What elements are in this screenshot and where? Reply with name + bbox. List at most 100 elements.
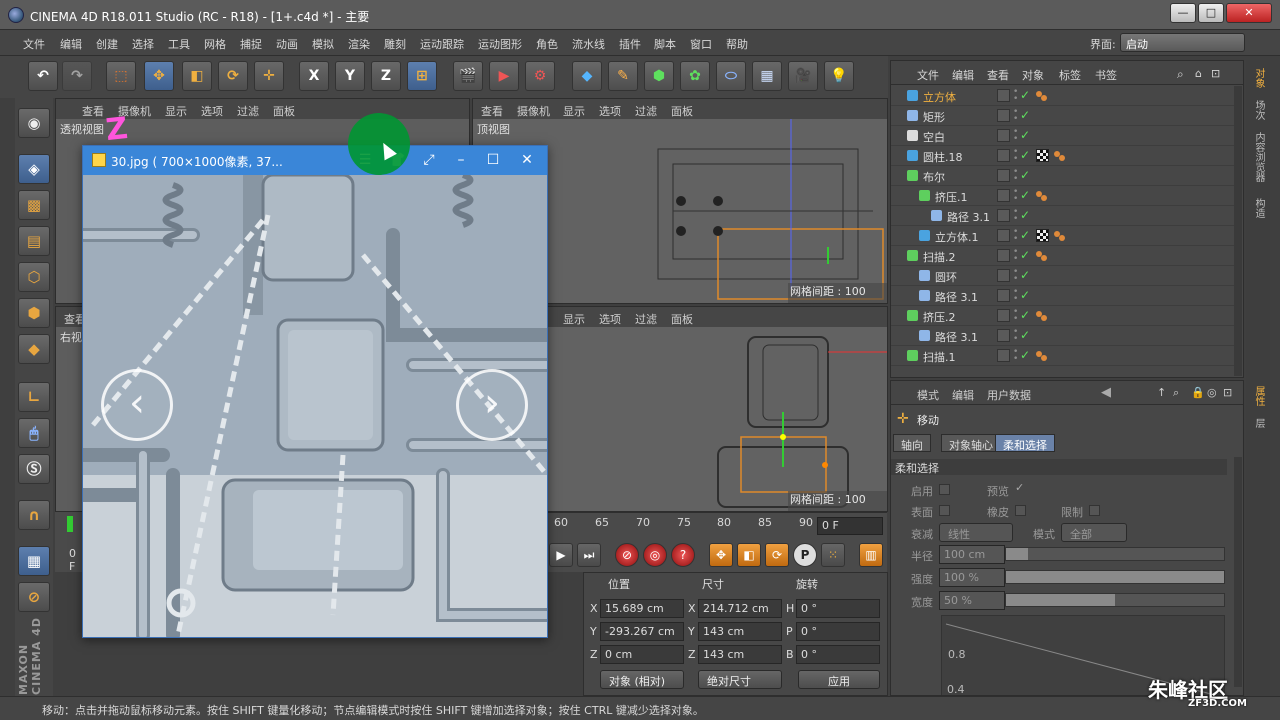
preview-check-icon[interactable]: ✓ [1015, 481, 1024, 494]
enabled-check-icon[interactable]: ✓ [1020, 308, 1030, 322]
deformer-icon[interactable]: ⬭ [716, 61, 746, 91]
layer-cell[interactable] [997, 89, 1010, 102]
layer-cell[interactable] [997, 249, 1010, 262]
next-image-button[interactable]: › [456, 369, 528, 441]
coordinate-system-icon[interactable]: ⊞ [407, 61, 437, 91]
menu-file[interactable]: 文件 [23, 36, 45, 52]
visibility-dots-icon[interactable]: • • [1013, 328, 1018, 344]
visibility-dots-icon[interactable]: • • [1013, 248, 1018, 264]
surface-checkbox[interactable] [939, 505, 950, 516]
tab-takes[interactable]: 场次 [1250, 100, 1266, 120]
visibility-dots-icon[interactable]: • • [1013, 108, 1018, 124]
om-menu-edit[interactable]: 编辑 [952, 67, 974, 83]
texture-mode-icon[interactable]: ▩ [18, 190, 50, 220]
make-editable-icon[interactable]: ◉ [18, 108, 50, 138]
enabled-check-icon[interactable]: ✓ [1020, 128, 1030, 142]
pos-y-field[interactable]: -293.267 cm [600, 622, 684, 641]
vp-menu-view[interactable]: 查看 [82, 103, 104, 119]
om-scrollbar[interactable] [1234, 86, 1242, 376]
size-x-field[interactable]: 214.712 cm [698, 599, 782, 618]
min-frame-field[interactable]: 0 F [69, 547, 82, 573]
phong-tag-icon[interactable] [1036, 91, 1050, 101]
image-viewer-window[interactable]: 30.jpg ( 700×1000像素, 37... ☰ 👕 ⤢ – ☐ ✕ [82, 145, 548, 638]
menu-animate[interactable]: 动画 [276, 36, 298, 52]
go-to-end-icon[interactable]: ⏭ [577, 543, 601, 567]
tab-content-browser[interactable]: 内容浏览器 [1250, 132, 1266, 182]
menu-edit[interactable]: 编辑 [60, 36, 82, 52]
model-mode-icon[interactable]: ◈ [18, 154, 50, 184]
om-menu-objects[interactable]: 对象 [1022, 67, 1044, 83]
am-menu-mode[interactable]: 模式 [917, 387, 939, 403]
menu-select[interactable]: 选择 [132, 36, 154, 52]
enabled-check-icon[interactable]: ✓ [1020, 188, 1030, 202]
object-row[interactable]: 圆环 • • ✓ [891, 266, 1234, 286]
am-menu-user-data[interactable]: 用户数据 [987, 387, 1031, 403]
om-menu-bookmarks[interactable]: 书签 [1095, 67, 1117, 83]
phong-tag-icon[interactable] [1054, 151, 1068, 161]
apply-button[interactable]: 应用 [798, 670, 880, 689]
object-name[interactable]: 空白 [923, 129, 945, 145]
tab-attributes[interactable]: 属性 [1250, 386, 1266, 406]
menu-plugins[interactable]: 插件 [619, 36, 641, 52]
move-tool-icon[interactable]: ✥ [144, 61, 174, 91]
enabled-check-icon[interactable]: ✓ [1020, 328, 1030, 342]
enable-axis-icon[interactable]: ∟ [18, 382, 50, 412]
solo-mode-icon[interactable]: Ⓢ [18, 454, 50, 484]
am-lock-icon[interactable]: 🔒 [1191, 386, 1205, 399]
menu-sculpt[interactable]: 雕刻 [384, 36, 406, 52]
object-name[interactable]: 挤压.1 [935, 189, 968, 205]
am-scrollbar[interactable] [1234, 457, 1242, 687]
z-axis-toggle[interactable]: Z [371, 61, 401, 91]
cloner-icon[interactable]: ✿ [680, 61, 710, 91]
phong-tag-icon[interactable] [1036, 191, 1050, 201]
close-button[interactable]: ✕ [1226, 3, 1272, 23]
top-vp-menu-cameras[interactable]: 摄像机 [517, 103, 550, 119]
render-view-icon[interactable]: 🎬 [453, 61, 483, 91]
object-name[interactable]: 矩形 [923, 109, 945, 125]
menu-script[interactable]: 脚本 [654, 36, 676, 52]
strength-field[interactable]: 100 % [939, 568, 1005, 587]
object-row[interactable]: 立方体 • • ✓ [891, 86, 1234, 106]
menu-tools[interactable]: 工具 [168, 36, 190, 52]
render-picture-viewer-icon[interactable]: ▶ [489, 61, 519, 91]
key-scale-icon[interactable]: ◧ [737, 543, 761, 567]
phong-tag-icon[interactable] [1054, 231, 1068, 241]
scale-tool-icon[interactable]: ◧ [182, 61, 212, 91]
pen-spline-icon[interactable]: ✎ [608, 61, 638, 91]
viewer-maximize-icon[interactable]: ☐ [483, 151, 503, 171]
floor-icon[interactable]: ▦ [752, 61, 782, 91]
layer-cell[interactable] [997, 189, 1010, 202]
front-vp-menu-options[interactable]: 选项 [599, 311, 621, 327]
material-tag-icon[interactable] [1036, 229, 1049, 242]
visibility-dots-icon[interactable]: • • [1013, 348, 1018, 364]
enabled-check-icon[interactable]: ✓ [1020, 208, 1030, 222]
object-row[interactable]: 挤压.2 • • ✓ [891, 306, 1234, 326]
om-new-window-icon[interactable]: ⊡ [1211, 67, 1220, 80]
quantize-icon[interactable]: ⊘ [18, 582, 50, 612]
layer-cell[interactable] [997, 129, 1010, 142]
material-tag-icon[interactable] [1036, 149, 1049, 162]
x-axis-toggle[interactable]: X [299, 61, 329, 91]
top-vp-menu-filter[interactable]: 过滤 [635, 103, 657, 119]
object-row[interactable]: 挤压.1 • • ✓ [891, 186, 1234, 206]
tab-objects[interactable]: 对象 [1250, 68, 1266, 88]
enabled-check-icon[interactable]: ✓ [1020, 228, 1030, 242]
object-row[interactable]: 路径 3.1 • • ✓ [891, 206, 1234, 226]
object-name[interactable]: 立方体.1 [935, 229, 979, 245]
front-vp-menu-display[interactable]: 显示 [563, 311, 585, 327]
image-viewer-title-bar[interactable]: 30.jpg ( 700×1000像素, 37... ☰ 👕 ⤢ – ☐ ✕ [83, 146, 547, 175]
enabled-check-icon[interactable]: ✓ [1020, 148, 1030, 162]
subdivision-surface-icon[interactable]: ⬢ [644, 61, 674, 91]
am-target-icon[interactable]: ◎ [1207, 386, 1217, 399]
y-axis-toggle[interactable]: Y [335, 61, 365, 91]
limit-checkbox[interactable] [1089, 505, 1100, 516]
om-menu-tags[interactable]: 标签 [1059, 67, 1081, 83]
enabled-check-icon[interactable]: ✓ [1020, 88, 1030, 102]
om-home-icon[interactable]: ⌂ [1195, 67, 1202, 80]
menu-window[interactable]: 窗口 [690, 36, 712, 52]
maximize-button[interactable]: □ [1198, 3, 1224, 23]
object-name[interactable]: 扫描.2 [923, 249, 956, 265]
am-up-icon[interactable]: ↑ [1157, 386, 1166, 399]
size-z-field[interactable]: 143 cm [698, 645, 782, 664]
visibility-dots-icon[interactable]: • • [1013, 148, 1018, 164]
